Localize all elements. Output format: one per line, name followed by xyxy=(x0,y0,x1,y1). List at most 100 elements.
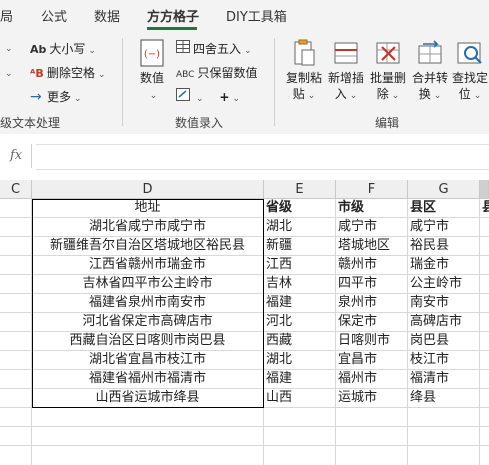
cell[interactable] xyxy=(336,408,408,427)
merge-convert-button[interactable]: 合并转 换 ⌄ xyxy=(408,38,452,104)
cell[interactable] xyxy=(480,332,489,351)
cell[interactable] xyxy=(336,446,408,465)
cell-province[interactable]: 河北 xyxy=(264,313,336,332)
round-button[interactable]: 四舍五入 ⌄ xyxy=(176,40,252,57)
tab-fangfang-gezi[interactable]: 方方格子 xyxy=(147,6,199,25)
cell[interactable] xyxy=(0,294,32,313)
cell-county-header[interactable]: 县区 xyxy=(408,199,480,218)
chevron-down-icon[interactable]: ⌄ xyxy=(2,65,13,79)
cell[interactable] xyxy=(480,237,489,256)
column-header-h[interactable] xyxy=(480,180,489,199)
cell[interactable] xyxy=(264,427,336,446)
cell-county[interactable]: 绛县 xyxy=(408,389,480,408)
value-button[interactable]: (−) 数值 ⌄ xyxy=(130,38,174,104)
cell-city[interactable]: 泉州市 xyxy=(336,294,408,313)
cell[interactable] xyxy=(480,427,489,446)
cell-extra-header[interactable]: 县 xyxy=(480,199,489,218)
cell[interactable] xyxy=(408,446,480,465)
cell[interactable] xyxy=(480,256,489,275)
column-header-d[interactable]: D xyxy=(32,180,264,199)
copy-paste-button[interactable]: 复制粘 贴 ⌄ xyxy=(282,38,326,104)
cell[interactable] xyxy=(336,427,408,446)
cell[interactable] xyxy=(0,389,32,408)
column-header-c[interactable]: C xyxy=(0,180,32,199)
tab-diy-toolbox[interactable]: DIY工具箱 xyxy=(226,6,287,25)
cell-county[interactable]: 岗巴县 xyxy=(408,332,480,351)
cell[interactable] xyxy=(480,275,489,294)
cell-address[interactable]: 河北省保定市高碑店市 xyxy=(32,313,264,332)
cell[interactable] xyxy=(0,332,32,351)
more-button[interactable]: → 更多 ⌄ xyxy=(30,88,82,105)
cell-county[interactable]: 福清市 xyxy=(408,370,480,389)
cell-county[interactable]: 高碑店市 xyxy=(408,313,480,332)
function-icon[interactable]: fx xyxy=(10,148,22,163)
cell-city[interactable]: 福州市 xyxy=(336,370,408,389)
cell-city[interactable]: 塔城地区 xyxy=(336,237,408,256)
cell[interactable] xyxy=(480,446,489,465)
chevron-down-icon[interactable]: ⌄ xyxy=(2,40,13,54)
insert-button[interactable]: ⌄ + ⌄ xyxy=(176,88,240,104)
cell[interactable] xyxy=(480,218,489,237)
cell[interactable] xyxy=(480,351,489,370)
column-header-f[interactable]: F xyxy=(336,180,408,199)
change-case-button[interactable]: Ab 大小写 ⌄ xyxy=(30,40,96,57)
tab-data[interactable]: 数据 xyxy=(94,6,120,25)
insert-new-button[interactable]: 新增插 入 ⌄ xyxy=(324,38,368,104)
cell-city[interactable]: 运城市 xyxy=(336,389,408,408)
cell[interactable] xyxy=(264,408,336,427)
cell[interactable] xyxy=(32,427,264,446)
column-header-e[interactable]: E xyxy=(264,180,336,199)
column-header-g[interactable]: G xyxy=(408,180,480,199)
cell-province[interactable]: 新疆 xyxy=(264,237,336,256)
cell-province[interactable]: 福建 xyxy=(264,294,336,313)
cell-county[interactable]: 枝江市 xyxy=(408,351,480,370)
cell[interactable] xyxy=(0,427,32,446)
cell-province[interactable]: 湖北 xyxy=(264,218,336,237)
cell-address[interactable]: 吉林省四平市公主岭市 xyxy=(32,275,264,294)
cell[interactable] xyxy=(408,408,480,427)
cell-province[interactable]: 山西 xyxy=(264,389,336,408)
cell-province[interactable]: 西藏 xyxy=(264,332,336,351)
cell-county[interactable]: 瑞金市 xyxy=(408,256,480,275)
cell[interactable] xyxy=(0,446,32,465)
formula-input[interactable] xyxy=(36,144,489,170)
cell[interactable] xyxy=(32,446,264,465)
cell-city[interactable]: 宜昌市 xyxy=(336,351,408,370)
cell[interactable] xyxy=(32,408,264,427)
cell[interactable] xyxy=(0,313,32,332)
cell-province-header[interactable]: 省级 xyxy=(264,199,336,218)
cell[interactable] xyxy=(264,446,336,465)
batch-delete-button[interactable]: 批量删 除 ⌄ xyxy=(366,38,410,104)
cell-address[interactable]: 西藏自治区日喀则市岗巴县 xyxy=(32,332,264,351)
cell-address[interactable]: 福建省泉州市南安市 xyxy=(32,294,264,313)
cell-city[interactable]: 保定市 xyxy=(336,313,408,332)
cell-county[interactable]: 公主岭市 xyxy=(408,275,480,294)
cell-address[interactable]: 山西省运城市绛县 xyxy=(32,389,264,408)
cell-city[interactable]: 四平市 xyxy=(336,275,408,294)
cell-county[interactable]: 咸宁市 xyxy=(408,218,480,237)
cell-county[interactable]: 南安市 xyxy=(408,294,480,313)
cell[interactable] xyxy=(480,408,489,427)
cell-city-header[interactable]: 市级 xyxy=(336,199,408,218)
cell[interactable] xyxy=(0,351,32,370)
cell-address[interactable]: 江西省赣州市瑞金市 xyxy=(32,256,264,275)
cell-province[interactable]: 江西 xyxy=(264,256,336,275)
cell[interactable] xyxy=(0,237,32,256)
find-locate-button[interactable]: 查找定 位 ⌄ xyxy=(448,38,489,104)
cell-address[interactable]: 湖北省宜昌市枝江市 xyxy=(32,351,264,370)
cell[interactable] xyxy=(0,256,32,275)
tab-layout[interactable]: 局 xyxy=(0,6,13,25)
cell[interactable] xyxy=(480,370,489,389)
cell-city[interactable]: 咸宁市 xyxy=(336,218,408,237)
cell-city[interactable]: 日喀则市 xyxy=(336,332,408,351)
cell[interactable] xyxy=(0,275,32,294)
cell-province[interactable]: 湖北 xyxy=(264,351,336,370)
cell[interactable] xyxy=(480,294,489,313)
cell[interactable] xyxy=(0,408,32,427)
cell[interactable] xyxy=(408,427,480,446)
remove-spaces-button[interactable]: ᴬB 删除空格 ⌄ xyxy=(30,64,106,81)
cell[interactable] xyxy=(480,313,489,332)
cell-address[interactable]: 福建省福州市福清市 xyxy=(32,370,264,389)
tab-formulas[interactable]: 公式 xyxy=(41,6,67,25)
cell-county[interactable]: 裕民县 xyxy=(408,237,480,256)
